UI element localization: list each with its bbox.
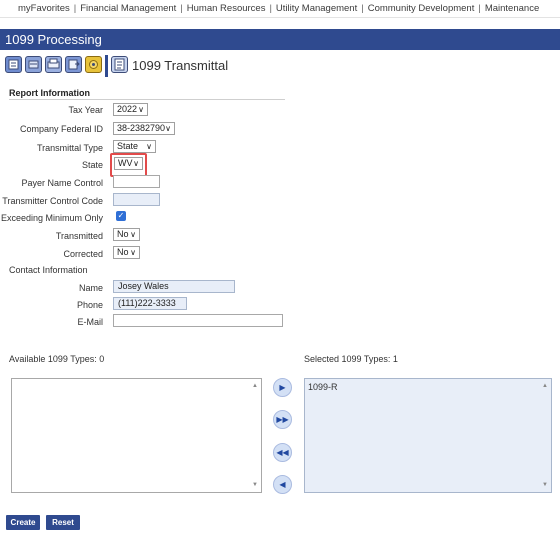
transmittal-type-value: State bbox=[117, 141, 139, 151]
contact-phone-input[interactable]: (111)222-3333 bbox=[113, 297, 187, 310]
reset-button[interactable]: Reset bbox=[46, 515, 80, 530]
nav-item-financial-management[interactable]: Financial Management bbox=[80, 3, 176, 14]
page-title: 1099 Processing bbox=[5, 32, 102, 47]
transmitted-select[interactable]: No ∨ bbox=[113, 228, 140, 241]
nav-separator: | bbox=[361, 3, 364, 14]
top-navigation: myFavorites | Financial Management | Human R… bbox=[0, 0, 560, 18]
transmittal-type-select[interactable]: State ∨ bbox=[113, 140, 156, 153]
corrected-label: Corrected bbox=[63, 249, 103, 259]
nav-item-myfavorites[interactable]: myFavorites bbox=[18, 3, 70, 14]
transmittal-type-label: Transmittal Type bbox=[36, 143, 103, 153]
process-report-icon[interactable] bbox=[85, 56, 102, 73]
scroll-down-icon[interactable]: ▼ bbox=[542, 482, 548, 488]
contact-phone-label: Phone bbox=[76, 300, 103, 310]
transmitted-label: Transmitted bbox=[55, 231, 103, 241]
toolbar-divider bbox=[105, 55, 108, 77]
nav-item-community-development[interactable]: Community Development bbox=[368, 3, 475, 14]
save-report-icon[interactable] bbox=[5, 56, 22, 73]
nav-item-human-resources[interactable]: Human Resources bbox=[187, 3, 266, 14]
tax-year-label: Tax Year bbox=[68, 105, 103, 115]
toolbar-title: 1099 Transmittal bbox=[132, 58, 229, 73]
tax-year-value: 2022 bbox=[117, 104, 138, 114]
double-chevron-left-icon: ◀◀ bbox=[276, 448, 289, 457]
payer-name-control-input[interactable] bbox=[113, 175, 160, 188]
nav-separator: | bbox=[269, 3, 272, 14]
corrected-select[interactable]: No ∨ bbox=[113, 246, 140, 259]
move-selected-left-button[interactable]: ◀ bbox=[273, 475, 292, 494]
payer-name-control-label: Payer Name Control bbox=[21, 178, 103, 188]
chevron-down-icon: ∨ bbox=[130, 248, 136, 257]
chevron-down-icon: ∨ bbox=[133, 159, 139, 168]
contact-information-heading: Contact Information bbox=[9, 265, 88, 275]
chevron-left-icon: ◀ bbox=[279, 480, 286, 489]
scroll-down-icon[interactable]: ▼ bbox=[252, 482, 258, 488]
nav-separator: | bbox=[180, 3, 183, 14]
transmitted-value: No bbox=[117, 229, 129, 239]
create-button[interactable]: Create bbox=[6, 515, 40, 530]
report-information-heading: Report Information bbox=[9, 88, 90, 98]
double-chevron-right-icon: ▶▶ bbox=[276, 415, 289, 424]
state-value: WV bbox=[118, 158, 133, 168]
available-types-label: Available 1099 Types: 0 bbox=[9, 354, 105, 364]
available-types-list[interactable]: ▲ ▼ bbox=[11, 378, 262, 493]
stack-report-icon[interactable] bbox=[25, 56, 42, 73]
scroll-up-icon[interactable]: ▲ bbox=[252, 383, 258, 389]
top-nav-items: myFavorites | Financial Management | Human R… bbox=[18, 3, 539, 14]
contact-email-input[interactable] bbox=[113, 314, 283, 327]
nav-separator: | bbox=[73, 3, 77, 14]
contact-name-input[interactable]: Josey Wales bbox=[113, 280, 235, 293]
transmittal-document-icon bbox=[111, 56, 128, 73]
move-selected-right-button[interactable]: ▶ bbox=[273, 378, 292, 397]
nav-item-maintenance[interactable]: Maintenance bbox=[485, 3, 539, 14]
transmitter-control-code-label: Transmitter Control Code bbox=[2, 196, 103, 206]
chevron-down-icon: ∨ bbox=[146, 142, 152, 151]
toolbar: 1099 Transmittal bbox=[0, 51, 560, 81]
tax-year-select[interactable]: 2022 ∨ bbox=[113, 103, 148, 116]
selected-types-list[interactable]: 1099-R ▲ ▼ bbox=[304, 378, 552, 493]
company-federal-id-label: Company Federal ID bbox=[19, 124, 103, 134]
contact-email-label: E-Mail bbox=[77, 317, 103, 327]
chevron-down-icon: ∨ bbox=[130, 230, 136, 239]
nav-item-utility-management[interactable]: Utility Management bbox=[276, 3, 357, 14]
chevron-right-icon: ▶ bbox=[279, 383, 286, 392]
selected-types-label: Selected 1099 Types: 1 bbox=[304, 354, 398, 364]
company-federal-id-select[interactable]: 38-2382790 ∨ bbox=[113, 122, 175, 135]
state-select[interactable]: WV ∨ bbox=[114, 157, 143, 170]
exceeding-minimum-only-checkbox[interactable]: ✓ bbox=[116, 211, 126, 221]
print-report-icon[interactable] bbox=[45, 56, 62, 73]
list-item[interactable]: 1099-R bbox=[308, 382, 338, 392]
exceeding-minimum-only-label: Exceeding Minimum Only bbox=[0, 213, 103, 223]
page-title-bar: 1099 Processing bbox=[0, 29, 560, 50]
chevron-down-icon: ∨ bbox=[138, 105, 144, 114]
state-label: State bbox=[81, 160, 103, 170]
move-all-left-button[interactable]: ◀◀ bbox=[273, 443, 292, 462]
transmitter-control-code-input[interactable] bbox=[113, 193, 160, 206]
export-report-icon[interactable] bbox=[65, 56, 82, 73]
scroll-up-icon[interactable]: ▲ bbox=[542, 383, 548, 389]
nav-separator: | bbox=[478, 3, 481, 14]
corrected-value: No bbox=[117, 247, 129, 257]
contact-name-label: Name bbox=[78, 283, 103, 293]
report-information-divider bbox=[9, 99, 285, 100]
chevron-down-icon: ∨ bbox=[165, 124, 171, 133]
move-all-right-button[interactable]: ▶▶ bbox=[273, 410, 292, 429]
company-federal-id-value: 38-2382790 bbox=[117, 123, 166, 133]
